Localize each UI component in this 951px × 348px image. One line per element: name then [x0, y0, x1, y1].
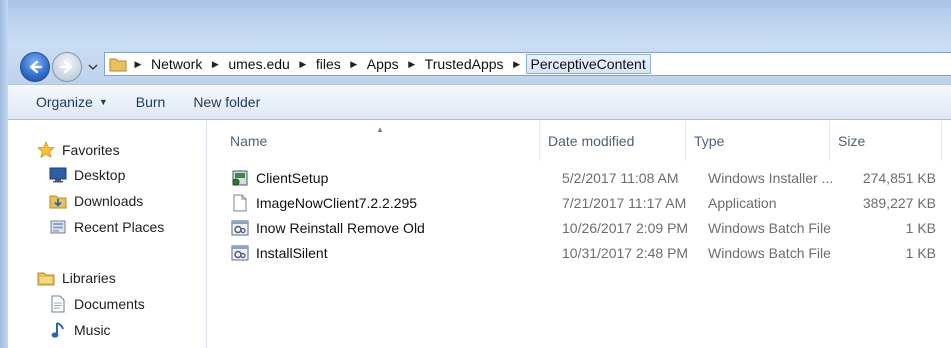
window-frame-left — [0, 0, 8, 348]
nav-item-recent-places[interactable]: Recent Places — [48, 216, 164, 238]
downloads-folder-icon — [48, 192, 68, 210]
navigation-pane: Favorites Desktop Downloads Recent Place… — [8, 121, 207, 348]
breadcrumb-separator-icon[interactable]: ▶ — [129, 59, 147, 70]
file-row[interactable]: InstallSilent 10/31/2017 2:48 PM Windows… — [222, 240, 942, 265]
nav-item-documents[interactable]: Documents — [48, 293, 145, 315]
file-date: 5/2/2017 11:08 AM — [562, 169, 679, 186]
documents-icon — [48, 295, 68, 313]
breadcrumb-current-folder[interactable]: PerceptiveContent — [525, 54, 651, 74]
column-header-date-label: Date modified — [548, 133, 635, 149]
file-name-cell[interactable]: Inow Reinstall Remove Old — [230, 215, 425, 240]
batch-file-icon — [230, 218, 250, 238]
nav-libraries[interactable]: Libraries — [36, 267, 116, 289]
file-list: Name ▲ Date modified Type Size ClientSet… — [208, 121, 951, 348]
file-size: 1 KB — [905, 219, 936, 236]
breadcrumb-umes-edu[interactable]: umes.edu — [224, 56, 293, 72]
file-size: 389,227 KB — [862, 194, 936, 211]
column-header-size-label: Size — [838, 133, 866, 149]
back-arrow-icon — [29, 60, 43, 74]
application-icon — [230, 193, 250, 213]
column-header-name-label: Name — [230, 133, 268, 149]
forward-button[interactable] — [52, 52, 82, 82]
file-type: Windows Installer ... — [708, 169, 834, 186]
address-bar[interactable]: ▶ Network ▶ umes.edu ▶ files ▶ Apps ▶ Tr… — [104, 52, 951, 76]
file-row[interactable]: ClientSetup 5/2/2017 11:08 AM Windows In… — [222, 165, 942, 190]
new-folder-button[interactable]: New folder — [179, 94, 274, 110]
file-row[interactable]: ImageNowClient7.2.2.295 7/21/2017 11:17 … — [222, 190, 942, 215]
file-size: 1 KB — [905, 244, 936, 261]
file-name: Inow Reinstall Remove Old — [256, 219, 425, 236]
nav-favorites-label: Favorites — [62, 142, 120, 158]
batch-file-icon — [230, 243, 250, 263]
explorer-window: ▶ Network ▶ umes.edu ▶ files ▶ Apps ▶ Tr… — [0, 0, 951, 348]
nav-item-label: Desktop — [74, 167, 126, 183]
breadcrumb-separator-icon[interactable]: ▶ — [294, 59, 312, 70]
music-note-icon — [48, 321, 68, 339]
folder-icon — [107, 53, 129, 75]
nav-favorites[interactable]: Favorites — [36, 139, 120, 161]
libraries-icon — [36, 269, 56, 287]
breadcrumb-separator-icon[interactable]: ▶ — [508, 59, 526, 70]
breadcrumb-files[interactable]: files — [312, 56, 345, 72]
burn-button[interactable]: Burn — [122, 94, 180, 110]
nav-item-downloads[interactable]: Downloads — [48, 190, 143, 212]
breadcrumb-separator-icon[interactable]: ▶ — [345, 59, 363, 70]
window-title-bar[interactable] — [0, 0, 951, 46]
nav-item-label: Recent Places — [74, 219, 165, 235]
file-row[interactable]: Inow Reinstall Remove Old 10/26/2017 2:0… — [222, 215, 942, 240]
command-toolbar: Organize ▼ Burn New folder — [8, 84, 951, 120]
breadcrumb-network[interactable]: Network — [147, 56, 206, 72]
column-header-date[interactable]: Date modified — [540, 121, 686, 161]
star-icon — [36, 141, 56, 159]
file-name: ImageNowClient7.2.2.295 — [256, 194, 418, 211]
installer-icon — [230, 168, 250, 188]
recent-places-icon — [48, 218, 68, 236]
desktop-icon — [48, 166, 68, 184]
recent-pages-dropdown-icon[interactable] — [88, 62, 98, 72]
nav-item-label: Downloads — [74, 193, 144, 209]
column-headers: Name ▲ Date modified Type Size — [208, 121, 951, 161]
breadcrumb-apps[interactable]: Apps — [363, 56, 403, 72]
file-name-cell[interactable]: ImageNowClient7.2.2.295 — [230, 190, 417, 215]
file-name-cell[interactable]: ClientSetup — [230, 165, 328, 190]
file-type: Windows Batch File — [708, 219, 831, 236]
back-button[interactable] — [20, 52, 50, 82]
file-date: 10/31/2017 2:48 PM — [562, 244, 689, 261]
file-name: ClientSetup — [256, 169, 329, 186]
nav-item-label: Music — [74, 322, 111, 338]
file-size: 274,851 KB — [862, 169, 936, 186]
new-folder-label: New folder — [193, 94, 261, 110]
breadcrumb-separator-icon[interactable]: ▶ — [403, 59, 421, 70]
file-date: 10/26/2017 2:09 PM — [562, 219, 689, 236]
breadcrumb-separator-icon[interactable]: ▶ — [206, 59, 224, 70]
navigation-bar: ▶ Network ▶ umes.edu ▶ files ▶ Apps ▶ Tr… — [8, 46, 951, 84]
organize-button[interactable]: Organize ▼ — [22, 94, 122, 110]
nav-libraries-label: Libraries — [62, 270, 116, 286]
file-name-cell[interactable]: InstallSilent — [230, 240, 328, 265]
column-header-type[interactable]: Type — [686, 121, 830, 161]
column-header-type-label: Type — [694, 133, 725, 149]
file-name: InstallSilent — [256, 244, 328, 261]
forward-arrow-icon — [59, 60, 73, 74]
file-date: 7/21/2017 11:17 AM — [562, 194, 687, 211]
file-type: Application — [708, 194, 777, 211]
breadcrumb-trustedapps[interactable]: TrustedApps — [421, 56, 508, 72]
nav-item-music[interactable]: Music — [48, 319, 111, 341]
nav-item-desktop[interactable]: Desktop — [48, 164, 125, 186]
burn-label: Burn — [135, 94, 166, 110]
sort-ascending-icon: ▲ — [376, 125, 384, 134]
organize-label: Organize — [36, 94, 93, 110]
file-type: Windows Batch File — [708, 244, 831, 261]
dropdown-arrow-icon: ▼ — [98, 97, 108, 107]
nav-item-label: Documents — [74, 296, 145, 312]
column-header-size[interactable]: Size — [830, 121, 942, 161]
